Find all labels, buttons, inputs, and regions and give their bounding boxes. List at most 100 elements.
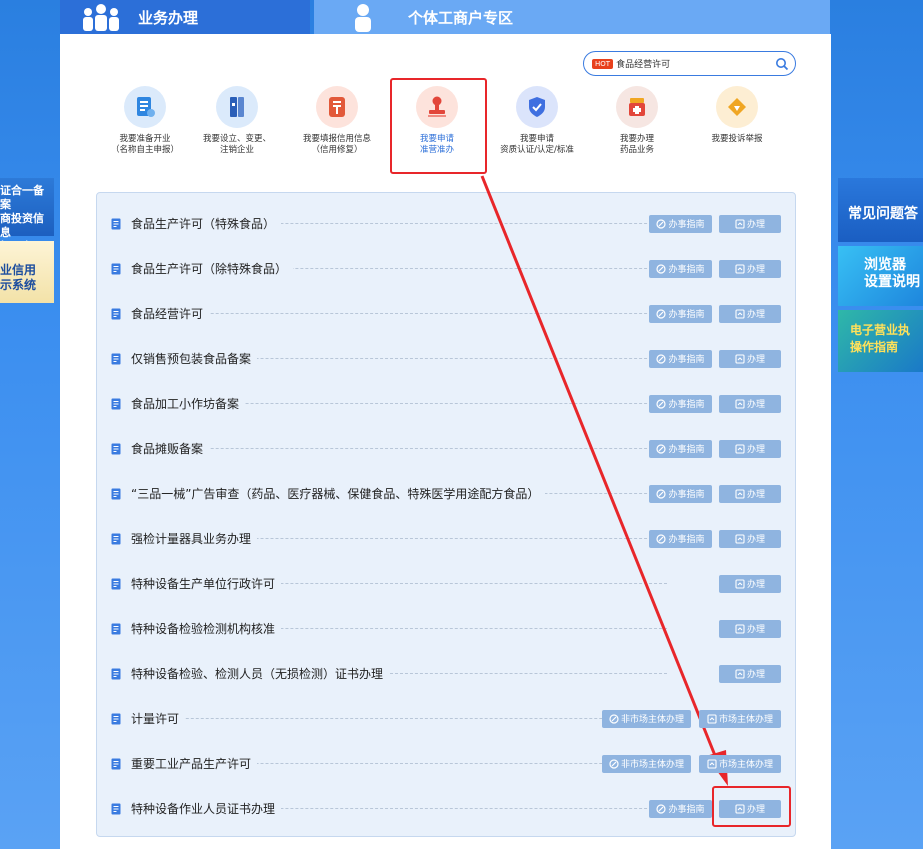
item-name[interactable]: 食品加工小作坊备案 xyxy=(131,395,246,412)
item-name[interactable]: 特种设备检验、检测人员（无损检测）证书办理 xyxy=(131,665,390,682)
guide-button-label: 办事指南 xyxy=(668,220,705,230)
item-name[interactable]: 特种设备作业人员证书办理 xyxy=(131,800,282,817)
guide-button[interactable]: 办事指南 xyxy=(649,439,712,458)
tab-individual[interactable]: 个体工商户专区 xyxy=(314,0,830,34)
handle-button[interactable]: 办理 xyxy=(719,619,781,638)
document-icon xyxy=(111,443,121,454)
dashed-separator xyxy=(131,718,667,719)
guide-button-label: 办事指南 xyxy=(668,310,705,320)
item-name[interactable]: 食品生产许可（除特殊食品） xyxy=(131,260,294,277)
market-button[interactable]: 市场主体办理 xyxy=(699,709,781,728)
dashed-separator xyxy=(131,313,667,314)
guide-button[interactable]: 办事指南 xyxy=(649,349,712,368)
item-name[interactable]: 重要工业产品生产许可 xyxy=(131,755,258,772)
handle-icon xyxy=(735,398,745,409)
list-item: 仅销售预包装食品备案 办事指南 办理 xyxy=(97,336,797,381)
search-box[interactable]: HOT 食品经营许可 xyxy=(583,51,796,76)
handle-button-label: 办理 xyxy=(746,535,765,545)
service-label: 我要设立、变更、 注销企业 xyxy=(202,134,271,155)
guide-button[interactable]: 办事指南 xyxy=(649,394,712,413)
list-item: 重要工业产品生产许可 非市场主体办理 市场主体办理 xyxy=(97,741,797,786)
search-input[interactable]: 食品经营许可 xyxy=(616,57,775,70)
service-label: 我要办理 药品业务 xyxy=(619,134,654,155)
list-item: 特种设备生产单位行政许可 办理 xyxy=(97,561,797,606)
handle-button[interactable]: 办理 xyxy=(719,214,781,233)
guide-button-label: 办事指南 xyxy=(668,265,705,275)
item-name[interactable]: 强检计量器具业务办理 xyxy=(131,530,258,547)
market-button-label: 市场主体办理 xyxy=(718,760,773,770)
handle-button[interactable]: 办理 xyxy=(719,349,781,368)
item-name[interactable]: 计量许可 xyxy=(131,710,186,727)
handle-button[interactable]: 办理 xyxy=(719,304,781,323)
handle-button[interactable]: 办理 xyxy=(719,439,781,458)
guide-icon xyxy=(656,263,667,274)
item-name[interactable]: 食品经营许可 xyxy=(131,305,210,322)
document-icon xyxy=(111,353,121,364)
handle-icon xyxy=(735,443,745,454)
top-tabs: 业务办理 个体工商户专区 xyxy=(60,0,830,40)
non-market-button-label: 非市场主体办理 xyxy=(620,715,684,725)
item-name[interactable]: 仅销售预包装食品备案 xyxy=(131,350,258,367)
handle-button[interactable]: 办理 xyxy=(719,259,781,278)
left-banner-filing[interactable]: 证合一备案 商投资信息 报平台 xyxy=(0,178,54,253)
handle-button[interactable]: 办理 xyxy=(719,664,781,683)
browser-settings-banner[interactable]: 浏览器 设置说明 xyxy=(838,246,923,306)
handle-icon xyxy=(707,758,717,769)
guide-button[interactable]: 办事指南 xyxy=(649,529,712,548)
handle-icon xyxy=(735,623,745,634)
list-item: 食品加工小作坊备案 办事指南 办理 xyxy=(97,381,797,426)
service-prepare-opening[interactable]: 我要准备开业 （名称自主申报） xyxy=(100,86,190,156)
handle-icon xyxy=(735,308,745,319)
item-name[interactable]: “三品一械”广告审查（药品、医疗器械、保健食品、特殊医学用途配方食品） xyxy=(131,485,546,502)
list-item: 特种设备检验、检测人员（无损检测）证书办理 办理 xyxy=(97,651,797,696)
list-item: 食品经营许可 办事指南 办理 xyxy=(97,291,797,336)
market-button[interactable]: 市场主体办理 xyxy=(699,754,781,773)
service-complaint[interactable]: 我要投诉举报 xyxy=(692,86,782,145)
guide-button[interactable]: 办事指南 xyxy=(649,484,712,503)
guide-icon xyxy=(656,353,667,364)
service-medicine[interactable]: 我要办理 药品业务 xyxy=(592,86,682,156)
list-item: 特种设备作业人员证书办理 办事指南 办理 xyxy=(97,786,797,831)
item-name[interactable]: 特种设备生产单位行政许可 xyxy=(131,575,282,592)
guide-button[interactable]: 办事指南 xyxy=(649,304,712,323)
item-name[interactable]: 食品摊贩备案 xyxy=(131,440,210,457)
binder-icon xyxy=(216,86,258,128)
handle-button[interactable]: 办理 xyxy=(719,799,781,818)
service-qualification[interactable]: 我要申请 资质认证/认定/标准 xyxy=(492,86,582,156)
guide-icon xyxy=(609,713,619,724)
guide-button[interactable]: 办事指南 xyxy=(649,799,712,818)
guide-icon xyxy=(609,758,619,769)
handle-icon xyxy=(707,713,717,724)
highlight-selected-service xyxy=(390,78,487,174)
e-license-guide-banner[interactable]: 电子营业执 操作指南 xyxy=(838,310,923,372)
faq-banner[interactable]: 常见问题答 xyxy=(838,178,923,242)
service-credit-info[interactable]: 我要填报信用信息 （信用修复） xyxy=(292,86,382,156)
handle-button[interactable]: 办理 xyxy=(719,574,781,593)
handle-button[interactable]: 办理 xyxy=(719,484,781,503)
item-name[interactable]: 食品生产许可（特殊食品） xyxy=(131,215,282,232)
guide-button[interactable]: 办事指南 xyxy=(649,259,712,278)
complaint-icon xyxy=(716,86,758,128)
document-icon xyxy=(111,398,121,409)
item-name[interactable]: 特种设备检验检测机构核准 xyxy=(131,620,282,637)
handle-button[interactable]: 办理 xyxy=(719,529,781,548)
tab-business[interactable]: 业务办理 xyxy=(60,0,310,40)
search-icon[interactable] xyxy=(775,57,789,71)
non-market-button[interactable]: 非市场主体办理 xyxy=(602,754,691,773)
non-market-button-label: 非市场主体办理 xyxy=(620,760,684,770)
left-banner-credit-text: 业信用 示系统 xyxy=(0,263,37,292)
service-establish-change[interactable]: 我要设立、变更、 注销企业 xyxy=(192,86,282,156)
person-icon xyxy=(355,4,371,32)
handle-icon xyxy=(735,263,745,274)
list-item: 食品生产许可（除特殊食品） 办事指南 办理 xyxy=(97,246,797,291)
medicine-icon xyxy=(616,86,658,128)
document-icon xyxy=(111,713,121,724)
non-market-button[interactable]: 非市场主体办理 xyxy=(602,709,691,728)
shield-check-icon xyxy=(516,86,558,128)
left-banner-credit[interactable]: 业信用 示系统 xyxy=(0,241,54,303)
document-icon xyxy=(111,263,121,274)
document-edit-icon xyxy=(124,86,166,128)
guide-button[interactable]: 办事指南 xyxy=(649,214,712,233)
guide-button-label: 办事指南 xyxy=(668,805,705,815)
handle-button[interactable]: 办理 xyxy=(719,394,781,413)
